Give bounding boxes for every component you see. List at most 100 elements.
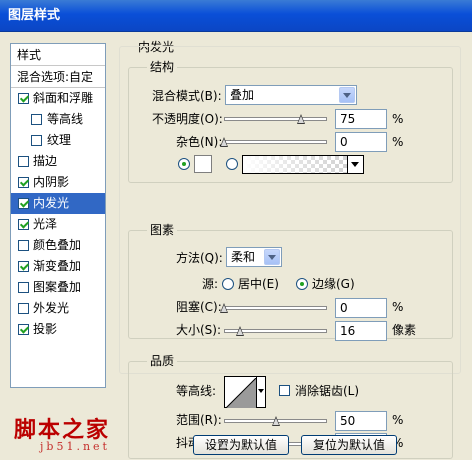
noise-slider-thumb[interactable] xyxy=(220,137,229,148)
style-item-label: 等高线 xyxy=(47,112,84,126)
style-item-label: 外发光 xyxy=(33,301,70,315)
size-label: 大小(S): xyxy=(176,323,222,337)
source-center-radio[interactable] xyxy=(222,278,234,290)
style-item-label: 光泽 xyxy=(33,217,58,231)
style-item-label: 颜色叠加 xyxy=(33,238,82,252)
style-item-checkbox[interactable] xyxy=(18,93,29,104)
style-item[interactable]: 渐变叠加 xyxy=(11,256,105,277)
gradient-picker[interactable] xyxy=(242,155,364,174)
style-item-label: 图案叠加 xyxy=(33,280,82,294)
style-list: 样式 混合选项:自定 斜面和浮雕等高线纹理描边内阴影内发光光泽颜色叠加渐变叠加图… xyxy=(10,43,106,388)
opacity-track xyxy=(224,117,327,121)
reset-default-button[interactable]: 复位为默认值 xyxy=(301,435,397,455)
style-item[interactable]: 投影 xyxy=(11,319,105,340)
style-item-checkbox[interactable] xyxy=(18,324,29,335)
opacity-input[interactable]: 75 xyxy=(335,109,387,129)
size-unit: 像素 xyxy=(392,323,417,337)
style-item-checkbox[interactable] xyxy=(18,198,29,209)
style-items: 斜面和浮雕等高线纹理描边内阴影内发光光泽颜色叠加渐变叠加图案叠加外发光投影 xyxy=(11,88,105,340)
choke-percent: % xyxy=(392,300,404,314)
style-item-checkbox[interactable] xyxy=(18,156,29,167)
opacity-slider-thumb[interactable] xyxy=(297,114,306,125)
blend-mode-label: 混合模式(B): xyxy=(152,89,222,103)
contour-preview-icon xyxy=(226,378,256,408)
glow-color-swatch[interactable] xyxy=(194,155,212,173)
style-item[interactable]: 纹理 xyxy=(11,130,105,151)
chevron-down-icon[interactable] xyxy=(264,249,280,265)
range-percent: % xyxy=(392,413,404,427)
structure-title: 结构 xyxy=(147,60,178,74)
choke-track xyxy=(224,306,327,310)
style-item[interactable]: 等高线 xyxy=(11,109,105,130)
style-item-label: 纹理 xyxy=(47,133,72,147)
source-center-label[interactable]: 居中(E) xyxy=(238,276,279,292)
choke-input[interactable]: 0 xyxy=(335,298,387,318)
source-label: 源: xyxy=(202,277,219,291)
blend-mode-select[interactable]: 叠加 xyxy=(225,85,357,105)
blending-options-item[interactable]: 混合选项:自定 xyxy=(11,66,105,88)
blend-mode-value: 叠加 xyxy=(230,88,255,102)
range-input[interactable]: 50 xyxy=(335,411,387,431)
style-item-checkbox[interactable] xyxy=(18,240,29,251)
contour-label: 等高线: xyxy=(176,384,217,398)
size-input[interactable]: 16 xyxy=(335,321,387,341)
style-item-label: 内发光 xyxy=(33,196,70,210)
contour-picker[interactable] xyxy=(224,376,266,408)
watermark-url: jb51.net xyxy=(40,440,110,453)
style-item[interactable]: 内发光 xyxy=(11,193,105,214)
technique-label: 方法(Q): xyxy=(176,251,223,265)
style-item[interactable]: 外发光 xyxy=(11,298,105,319)
style-list-header[interactable]: 样式 xyxy=(11,44,105,66)
elements-title: 图素 xyxy=(147,223,178,237)
noise-label: 杂色(N): xyxy=(176,135,223,149)
style-item-label: 渐变叠加 xyxy=(33,259,82,273)
range-slider[interactable] xyxy=(224,414,327,428)
make-default-button[interactable]: 设置为默认值 xyxy=(193,435,289,455)
window-title: 图层样式 xyxy=(0,0,472,32)
style-item[interactable]: 斜面和浮雕 xyxy=(11,88,105,109)
size-slider-thumb[interactable] xyxy=(236,326,245,337)
style-item[interactable]: 图案叠加 xyxy=(11,277,105,298)
quality-title: 品质 xyxy=(147,354,178,368)
size-slider[interactable] xyxy=(224,324,327,338)
style-item[interactable]: 光泽 xyxy=(11,214,105,235)
gradient-radio[interactable] xyxy=(226,158,238,170)
opacity-slider[interactable] xyxy=(224,112,327,126)
choke-slider[interactable] xyxy=(220,301,327,315)
noise-input[interactable]: 0 xyxy=(335,132,387,152)
dialog-body: 样式 混合选项:自定 斜面和浮雕 等高线 纹理 描边 内阴影 内发光 光泽 颜色叠加 渐变叠加图… xyxy=(0,32,472,460)
style-item-label: 投影 xyxy=(33,322,58,336)
chevron-down-icon[interactable] xyxy=(256,377,265,407)
antialias-label[interactable]: 消除锯齿(L) xyxy=(295,383,359,399)
style-item-label: 内阴影 xyxy=(33,175,70,189)
chevron-down-icon[interactable] xyxy=(347,156,363,173)
opacity-label: 不透明度(O): xyxy=(152,112,223,126)
style-item[interactable]: 内阴影 xyxy=(11,172,105,193)
choke-slider-thumb[interactable] xyxy=(220,303,229,314)
noise-percent: % xyxy=(392,135,404,149)
technique-select[interactable]: 柔和 xyxy=(226,247,282,267)
source-edge-label[interactable]: 边缘(G) xyxy=(312,276,355,292)
chevron-down-icon[interactable] xyxy=(339,87,355,103)
technique-value: 柔和 xyxy=(231,250,256,264)
noise-slider[interactable] xyxy=(220,135,327,149)
range-label: 范围(R): xyxy=(176,413,222,427)
style-item-checkbox[interactable] xyxy=(18,282,29,293)
source-edge-radio[interactable] xyxy=(296,278,308,290)
style-item-label: 描边 xyxy=(33,154,58,168)
style-item-checkbox[interactable] xyxy=(18,177,29,188)
antialias-checkbox[interactable] xyxy=(279,385,290,396)
style-item-checkbox[interactable] xyxy=(18,303,29,314)
style-item-checkbox[interactable] xyxy=(31,114,42,125)
choke-label: 阻塞(C): xyxy=(176,300,222,314)
style-item[interactable]: 描边 xyxy=(11,151,105,172)
style-item-checkbox[interactable] xyxy=(18,219,29,230)
style-item-checkbox[interactable] xyxy=(18,261,29,272)
range-slider-thumb[interactable] xyxy=(271,416,281,427)
opacity-percent: % xyxy=(392,112,404,126)
style-item-label: 斜面和浮雕 xyxy=(33,91,94,105)
style-item[interactable]: 颜色叠加 xyxy=(11,235,105,256)
solid-color-radio[interactable] xyxy=(178,158,190,170)
noise-track xyxy=(224,140,327,144)
style-item-checkbox[interactable] xyxy=(31,135,42,146)
